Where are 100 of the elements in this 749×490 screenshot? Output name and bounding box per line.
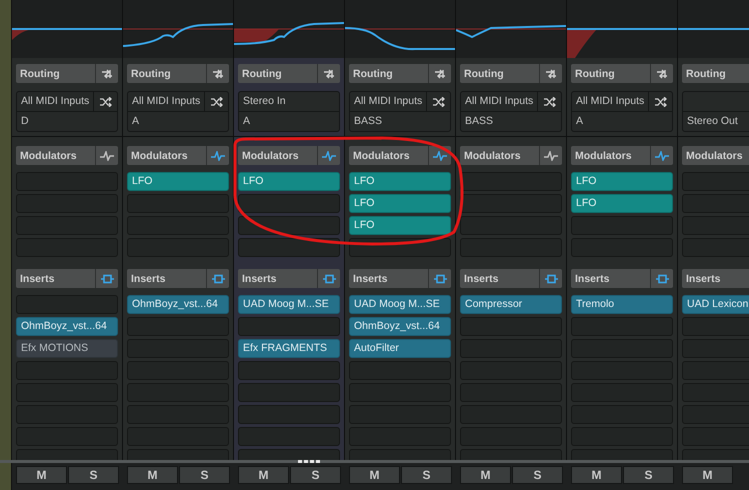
section-header[interactable]: Inserts [460, 269, 562, 288]
output-selector[interactable]: Stereo Out [683, 112, 749, 131]
section-title: Modulators [19, 150, 78, 162]
insert-slot[interactable]: UAD Moog M...SE [349, 295, 451, 314]
output-selector[interactable]: A [572, 112, 672, 131]
section-header[interactable]: Modulators [16, 146, 118, 165]
mute-button[interactable]: M [571, 466, 622, 484]
output-selector[interactable]: BASS [461, 112, 561, 131]
empty-slot[interactable] [238, 216, 340, 235]
input-selector[interactable]: All MIDI Inputs [461, 92, 537, 111]
mute-button[interactable]: M [16, 466, 67, 484]
insert-slot[interactable]: UAD Lexicon [682, 295, 749, 314]
solo-button[interactable]: S [179, 466, 230, 484]
section-header[interactable]: Modulators [571, 146, 673, 165]
output-selector[interactable]: D [17, 112, 117, 131]
section-title: Modulators [130, 150, 189, 162]
insert-slot[interactable]: Tremolo [571, 295, 673, 314]
waveform-icon [433, 150, 447, 160]
section-header[interactable]: Inserts [127, 269, 229, 288]
section-header[interactable]: Modulators [349, 146, 451, 165]
mute-button[interactable]: M [238, 466, 289, 484]
section-header[interactable]: Routing [16, 64, 118, 83]
insert-slot[interactable]: OhmBoyz_vst...64 [349, 317, 451, 336]
section-title: Modulators [685, 150, 744, 162]
shuffle-icon [544, 96, 556, 106]
section-title: Routing [130, 68, 172, 80]
solo-button[interactable]: S [68, 466, 119, 484]
section-header[interactable]: Routing [682, 64, 749, 83]
insert-slot[interactable]: UAD Moog M...SE [238, 295, 340, 314]
section-title: Routing [241, 68, 283, 80]
input-selector[interactable]: All MIDI Inputs [17, 92, 93, 111]
channel-strip-edge [0, 463, 12, 490]
section-header[interactable]: Routing [571, 64, 673, 83]
empty-slot[interactable] [460, 194, 562, 213]
input-selector[interactable]: All MIDI Inputs [128, 92, 204, 111]
solo-button[interactable]: S [401, 466, 452, 484]
modulator-slot[interactable]: LFO [127, 172, 229, 191]
modulator-slot[interactable]: LFO [571, 194, 673, 213]
section-title: Modulators [352, 150, 411, 162]
output-selector[interactable]: BASS [350, 112, 450, 131]
waveform-icon [655, 150, 669, 160]
waveform-icon [322, 150, 336, 160]
mute-button[interactable]: M [127, 466, 178, 484]
section-header[interactable]: Inserts [571, 269, 673, 288]
output-selector[interactable]: A [128, 112, 228, 131]
section-title: Modulators [463, 150, 522, 162]
waveform-icon [100, 150, 114, 160]
solo-button[interactable]: S [623, 466, 674, 484]
section-header[interactable]: Inserts [238, 269, 340, 288]
routing-icon [101, 68, 113, 78]
solo-button[interactable]: S [290, 466, 341, 484]
input-selector[interactable]: Stereo In [239, 92, 339, 111]
section-header[interactable]: Inserts [682, 269, 749, 288]
section-title: Inserts [685, 272, 722, 284]
input-selector[interactable]: All MIDI Inputs [572, 92, 648, 111]
empty-slot[interactable] [238, 238, 340, 257]
section-header[interactable]: Modulators [238, 146, 340, 165]
section-title: Inserts [574, 272, 610, 284]
waveform-icon [211, 150, 225, 160]
section-header[interactable]: Inserts [16, 269, 118, 288]
insert-slot[interactable]: Compressor [460, 295, 562, 314]
section-title: Routing [19, 68, 61, 80]
resize-grip-icon[interactable] [298, 460, 320, 463]
section-header[interactable]: Inserts [349, 269, 451, 288]
section-title: Inserts [241, 272, 278, 284]
routing-icon [323, 68, 335, 78]
mute-button[interactable]: M [460, 466, 511, 484]
mute-button[interactable]: M [682, 466, 733, 484]
input-selector[interactable]: All MIDI Inputs [350, 92, 426, 111]
modulator-slot[interactable]: LFO [571, 172, 673, 191]
insert-slot[interactable]: Efx FRAGMENTS [238, 339, 340, 358]
empty-slot[interactable] [460, 172, 562, 191]
section-header[interactable]: Modulators [127, 146, 229, 165]
section-header[interactable]: Modulators [460, 146, 562, 165]
shuffle-icon [432, 96, 444, 106]
output-selector[interactable]: A [239, 112, 339, 131]
modulator-slot[interactable]: LFO [349, 172, 451, 191]
insert-slot[interactable]: Efx MOTIONS [16, 339, 118, 358]
insert-slot[interactable]: OhmBoyz_vst...64 [127, 295, 229, 314]
section-title: Modulators [241, 150, 300, 162]
section-title: Inserts [352, 272, 388, 284]
section-header[interactable]: Routing [127, 64, 229, 83]
plugin-icon [656, 274, 668, 284]
section-header[interactable]: Routing [238, 64, 340, 83]
modulator-slot[interactable]: LFO [238, 172, 340, 191]
insert-slot[interactable]: AutoFilter [349, 339, 451, 358]
modulator-slot[interactable]: LFO [349, 216, 451, 235]
waveform-icon [544, 150, 558, 160]
solo-button[interactable]: S [512, 466, 563, 484]
shuffle-icon [654, 96, 666, 106]
modulator-slot[interactable]: LFO [349, 194, 451, 213]
section-header[interactable]: Routing [349, 64, 451, 83]
shuffle-icon [210, 96, 222, 106]
plugin-icon [322, 274, 336, 284]
plugin-icon [100, 274, 114, 284]
shuffle-icon [100, 96, 112, 106]
mute-button[interactable]: M [349, 466, 400, 484]
insert-slot[interactable]: OhmBoyz_vst...64 [16, 317, 118, 336]
section-header[interactable]: Modulators [682, 146, 749, 165]
section-header[interactable]: Routing [460, 64, 562, 83]
